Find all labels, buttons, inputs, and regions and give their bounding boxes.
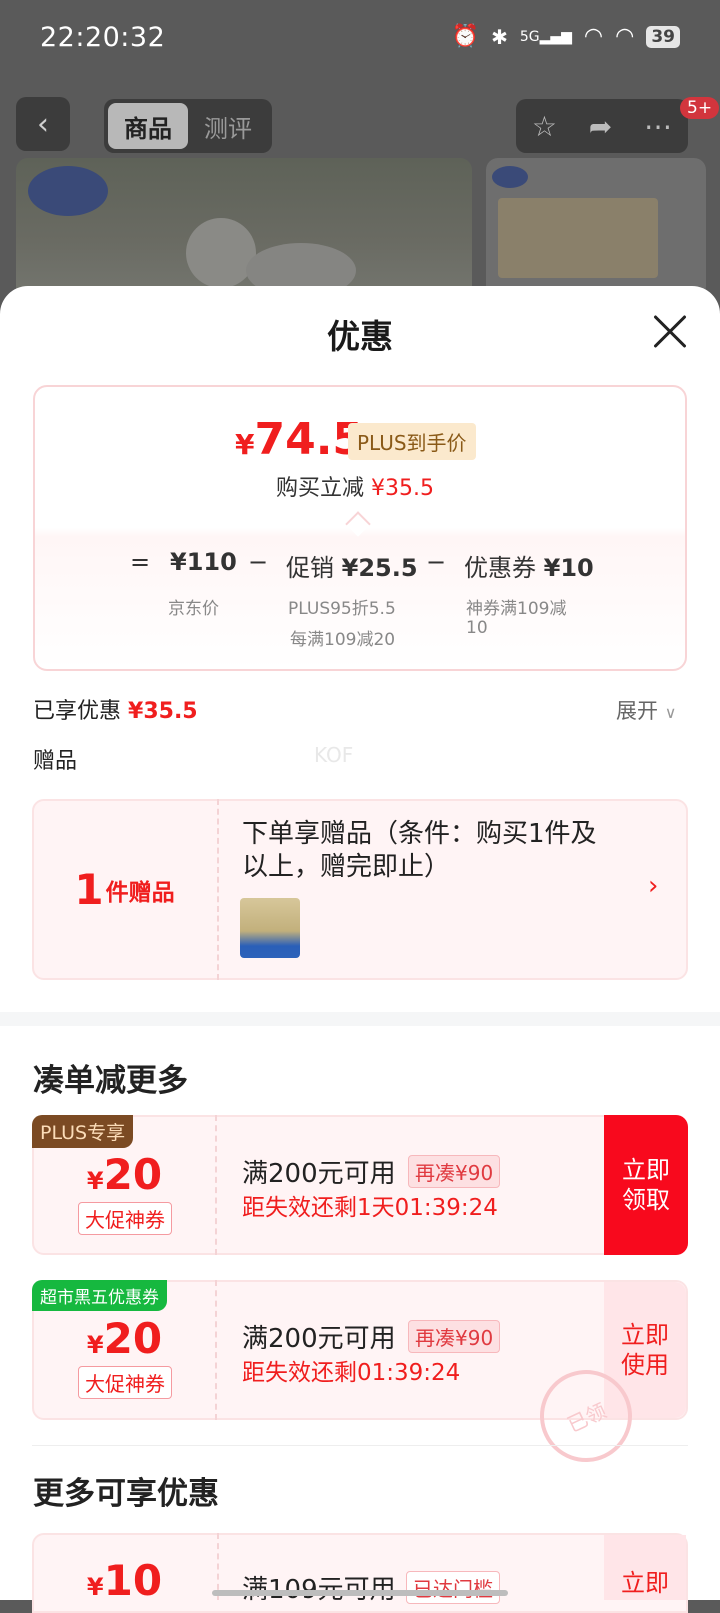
promo-label: 促销 — [286, 554, 334, 582]
message-badge: 5+ — [680, 97, 720, 119]
coupon-currency-3: ¥ — [86, 1573, 104, 1601]
gift-section-title: 赠品 — [33, 749, 78, 774]
brand-logo-small — [492, 166, 528, 188]
coupon-amount-2: ¥20 — [32, 1314, 217, 1363]
coupon-need-more: 再凑¥90 — [408, 1155, 501, 1188]
expand-label: 展开 — [616, 699, 658, 723]
product-tabs: 商品 测评 — [104, 99, 272, 153]
plus-price-tag: PLUS到手价 — [348, 423, 476, 460]
final-price-value: 74.5 — [254, 414, 364, 465]
threshold-reached-tag: 已达门槛 — [406, 1571, 500, 1604]
chevron-right-icon[interactable]: › — [648, 871, 658, 901]
brand-logo — [28, 166, 108, 216]
status-icons: ⏰ ✱ 5G▂▄▆ ◠ ◠ 39 — [452, 24, 680, 49]
gift-description: 下单享赠品（条件：购买1件及以上，赠完即止） — [242, 819, 597, 882]
star-icon[interactable]: ☆ — [532, 110, 557, 143]
promo-value: ¥25.5 — [341, 554, 418, 582]
product-image-main[interactable] — [16, 158, 472, 298]
coupon-label: 优惠券 — [464, 554, 536, 582]
coupon-action-label-3: 立即 — [621, 1568, 669, 1597]
more-enjoy-title: 更多可享优惠 — [33, 1476, 219, 1512]
expand-button[interactable]: 展开 ∨ — [616, 695, 676, 725]
network-type: 5G — [519, 28, 540, 45]
minus-sign-2: − — [426, 548, 447, 576]
wifi-icon: ◠ — [583, 24, 604, 49]
coupon-condition: 满200元可用 — [242, 1159, 396, 1189]
divider-line — [32, 1445, 688, 1446]
final-price-currency: ¥ — [235, 428, 255, 461]
claim-coupon-label: 立即领取 — [622, 1156, 670, 1214]
sheet-title: 优惠 — [327, 317, 393, 356]
gift-count: 1 件赠品 — [32, 799, 219, 980]
enjoyed-discount: 已享优惠 ¥35.5 — [33, 693, 198, 725]
instant-discount: 购买立减 ¥35.5 — [276, 470, 434, 502]
claim-coupon-button[interactable]: 立即领取 — [604, 1115, 688, 1255]
minus-sign-1: − — [248, 548, 269, 576]
section-divider — [0, 1012, 720, 1026]
coupon-detail-2: 10 — [466, 618, 488, 638]
more-icon[interactable]: ⋯ — [644, 110, 672, 143]
status-time: 22:20:32 — [40, 22, 166, 53]
instant-discount-label: 购买立减 — [276, 476, 365, 501]
tab-product[interactable]: 商品 — [108, 103, 188, 149]
jd-price-label: 京东价 — [168, 599, 219, 619]
coupon-condition-2: 满200元可用 — [242, 1324, 396, 1354]
coupon-amount-value-2: 20 — [103, 1314, 163, 1363]
use-coupon-label: 立即使用 — [621, 1321, 669, 1379]
share-icon[interactable]: ➦ — [589, 110, 612, 143]
instant-discount-value: ¥35.5 — [371, 476, 434, 501]
alarm-icon: ⏰ — [451, 24, 480, 49]
coupon-type-tag: 大促神券 — [78, 1202, 172, 1235]
close-icon[interactable] — [650, 312, 690, 352]
bluetooth-icon: ✱ — [491, 24, 508, 49]
promo: 促销 ¥25.5 — [286, 548, 418, 583]
more-discount-title: 凑单减更多 — [33, 1063, 188, 1099]
supermarket-coupon-badge: 超市黑五优惠券 — [32, 1280, 167, 1311]
coupon-amount-3: ¥10 — [32, 1556, 217, 1605]
product-image-thumb[interactable] — [486, 158, 706, 298]
enjoyed-label: 已享优惠 — [33, 699, 122, 724]
gift-count-unit: 件赠品 — [105, 879, 175, 906]
coupon-need-more-2: 再凑¥90 — [408, 1320, 501, 1353]
status-bar: 22:20:32 ⏰ ✱ 5G▂▄▆ ◠ ◠ 39 — [0, 0, 720, 80]
promo-detail-1: PLUS95折5.5 — [288, 599, 396, 619]
jd-price: ¥110 — [170, 548, 237, 576]
coupon-amount-value-3: 10 — [103, 1556, 163, 1605]
enjoyed-value: ¥35.5 — [128, 699, 198, 724]
coupon-amount-value: 20 — [103, 1150, 163, 1199]
coupon-amount: ¥20 — [32, 1150, 217, 1199]
gift-thumbnail[interactable] — [240, 898, 300, 958]
toilet-roll-image — [186, 218, 256, 288]
coupon-countdown-2: 距失效还剩01:39:24 — [242, 1360, 461, 1386]
coupon-detail-1: 神券满109减 — [466, 599, 567, 619]
header-actions: ☆ ➦ ⋯ — [516, 99, 688, 153]
coupon-currency-2: ¥ — [86, 1331, 104, 1359]
final-price: ¥74.5 — [235, 414, 363, 465]
coupon-type-tag-2: 大促神券 — [78, 1366, 172, 1399]
home-indicator[interactable] — [212, 1590, 508, 1596]
battery-icon: 39 — [646, 25, 680, 48]
tab-review[interactable]: 测评 — [188, 103, 268, 149]
chevron-down-icon: ∨ — [664, 703, 677, 722]
product-box — [498, 198, 658, 278]
coupon: 优惠券 ¥10 — [464, 548, 594, 583]
coupon-action-button-3[interactable]: 立即 — [604, 1535, 686, 1600]
equals-sign: = — [130, 548, 151, 576]
coupon-condition-3: 满109元可用 — [242, 1569, 396, 1606]
promo-detail-2: 每满109减20 — [290, 630, 396, 650]
chevron-left-icon: ‹ — [37, 106, 49, 142]
wifi-icon-2: ◠ — [615, 24, 635, 49]
coupon-value: ¥10 — [543, 554, 594, 582]
back-button[interactable]: ‹ — [16, 97, 70, 151]
watermark: KOF — [314, 743, 354, 767]
plus-exclusive-badge: PLUS专享 — [32, 1115, 134, 1148]
coupon-currency: ¥ — [86, 1167, 104, 1195]
coupon-countdown: 距失效还剩1天01:39:24 — [242, 1195, 498, 1221]
gift-count-number: 1 — [74, 865, 104, 914]
cell-signal-icon: 5G▂▄▆ — [519, 28, 572, 45]
